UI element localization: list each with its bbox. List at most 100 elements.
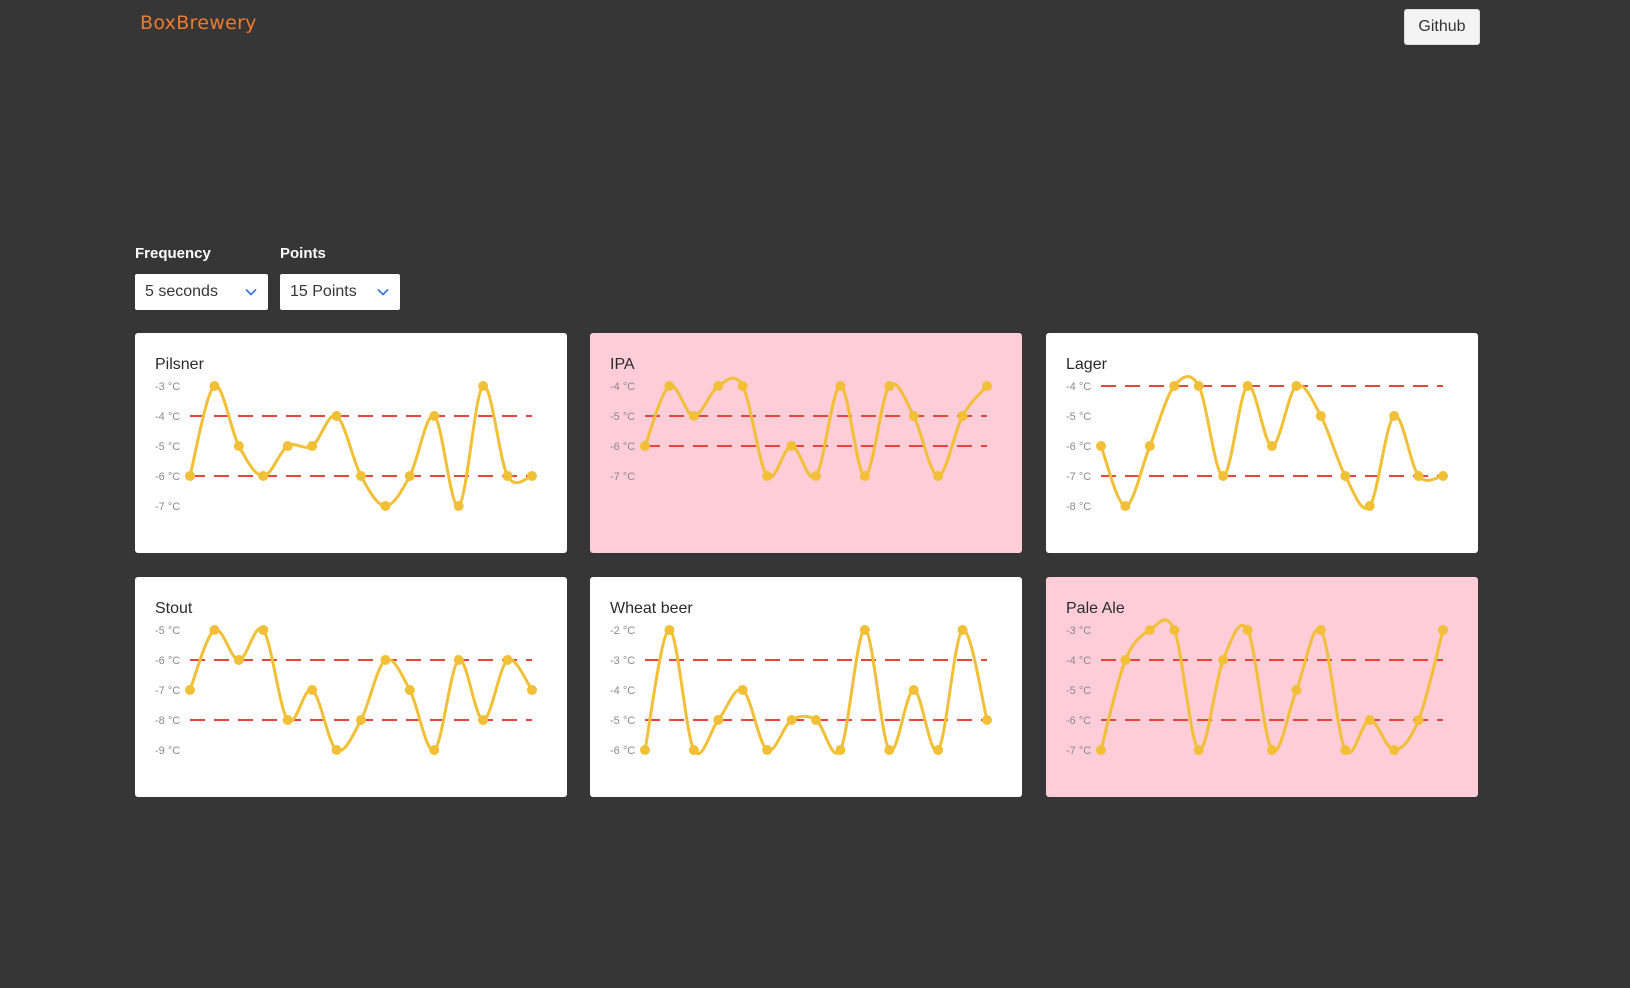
data-point[interactable]	[404, 471, 415, 481]
data-point[interactable]	[307, 685, 318, 695]
data-point[interactable]	[1193, 745, 1204, 755]
points-select[interactable]: 15 Points	[280, 274, 400, 310]
data-point[interactable]	[1315, 411, 1326, 421]
data-point[interactable]	[811, 715, 821, 725]
data-point[interactable]	[1340, 471, 1351, 481]
data-point[interactable]	[884, 381, 895, 391]
data-point[interactable]	[404, 685, 415, 695]
data-point[interactable]	[1120, 655, 1131, 665]
data-point[interactable]	[1438, 471, 1448, 481]
data-point[interactable]	[835, 381, 846, 391]
data-point[interactable]	[356, 715, 366, 725]
data-point[interactable]	[331, 411, 342, 421]
data-point[interactable]	[307, 441, 318, 451]
data-point[interactable]	[331, 745, 342, 755]
data-point[interactable]	[429, 745, 440, 755]
data-point[interactable]	[1291, 381, 1302, 391]
data-point[interactable]	[1413, 471, 1424, 481]
data-point[interactable]	[957, 411, 968, 421]
data-point[interactable]	[233, 655, 244, 665]
data-point[interactable]	[429, 411, 440, 421]
data-point[interactable]	[1169, 381, 1180, 391]
data-point[interactable]	[185, 685, 195, 695]
github-button[interactable]: Github	[1404, 9, 1480, 45]
data-point[interactable]	[282, 441, 293, 451]
brand-logo[interactable]: BoxBrewery	[140, 12, 257, 34]
data-point[interactable]	[1169, 625, 1180, 635]
data-point[interactable]	[737, 381, 748, 391]
data-point[interactable]	[209, 625, 220, 635]
data-point[interactable]	[786, 441, 797, 451]
data-point[interactable]	[1096, 745, 1106, 755]
data-point[interactable]	[664, 381, 675, 391]
data-point[interactable]	[762, 471, 773, 481]
data-point[interactable]	[1096, 441, 1106, 451]
y-tick-label: -5 °C	[1066, 685, 1091, 697]
data-point[interactable]	[1120, 501, 1131, 511]
data-point[interactable]	[209, 381, 220, 391]
data-point[interactable]	[527, 471, 537, 481]
data-point[interactable]	[737, 685, 748, 695]
y-tick-label: -4 °C	[1066, 381, 1091, 393]
data-point[interactable]	[478, 715, 489, 725]
data-point[interactable]	[664, 625, 675, 635]
data-point[interactable]	[835, 745, 846, 755]
data-point[interactable]	[713, 381, 724, 391]
series-line	[188, 626, 534, 753]
data-point[interactable]	[185, 471, 195, 481]
data-point[interactable]	[933, 745, 944, 755]
data-point[interactable]	[1364, 715, 1375, 725]
data-point[interactable]	[1438, 625, 1448, 635]
data-point[interactable]	[478, 381, 489, 391]
data-point[interactable]	[859, 471, 870, 481]
data-point[interactable]	[1291, 685, 1302, 695]
data-point[interactable]	[1144, 441, 1155, 451]
data-point[interactable]	[640, 745, 650, 755]
data-point[interactable]	[640, 441, 650, 451]
data-point[interactable]	[1389, 745, 1400, 755]
data-point[interactable]	[713, 715, 724, 725]
data-point[interactable]	[282, 715, 293, 725]
data-point[interactable]	[688, 745, 699, 755]
data-point[interactable]	[233, 441, 244, 451]
data-point[interactable]	[908, 685, 919, 695]
data-point[interactable]	[982, 381, 992, 391]
data-point[interactable]	[502, 471, 513, 481]
data-point[interactable]	[356, 471, 366, 481]
data-point[interactable]	[527, 685, 537, 695]
y-tick-label: -4 °C	[610, 381, 635, 393]
data-point[interactable]	[982, 715, 992, 725]
data-point[interactable]	[1413, 715, 1424, 725]
data-point[interactable]	[957, 625, 968, 635]
data-point[interactable]	[380, 501, 391, 511]
data-point[interactable]	[1193, 381, 1204, 391]
data-point[interactable]	[1267, 441, 1277, 451]
data-point[interactable]	[859, 625, 870, 635]
data-point[interactable]	[258, 625, 269, 635]
data-point[interactable]	[1389, 411, 1400, 421]
data-point[interactable]	[688, 411, 699, 421]
data-point[interactable]	[1315, 625, 1326, 635]
data-point[interactable]	[1242, 625, 1253, 635]
data-point[interactable]	[1364, 501, 1375, 511]
data-point[interactable]	[453, 655, 464, 665]
temperature-chart: -2 °C -3 °C -4 °C -5 °C -6 °C	[610, 625, 992, 757]
data-point[interactable]	[811, 471, 821, 481]
data-point[interactable]	[453, 501, 464, 511]
data-point[interactable]	[1218, 471, 1229, 481]
data-point[interactable]	[786, 715, 797, 725]
data-point[interactable]	[884, 745, 895, 755]
data-point[interactable]	[1218, 655, 1229, 665]
data-point[interactable]	[1242, 381, 1253, 391]
data-point[interactable]	[380, 655, 391, 665]
y-tick-label: -6 °C	[610, 441, 635, 453]
frequency-select[interactable]: 5 seconds	[135, 274, 268, 310]
data-point[interactable]	[502, 655, 513, 665]
data-point[interactable]	[908, 411, 919, 421]
data-point[interactable]	[258, 471, 269, 481]
data-point[interactable]	[1144, 625, 1155, 635]
data-point[interactable]	[762, 745, 773, 755]
data-point[interactable]	[933, 471, 944, 481]
data-point[interactable]	[1267, 745, 1277, 755]
data-point[interactable]	[1340, 745, 1351, 755]
